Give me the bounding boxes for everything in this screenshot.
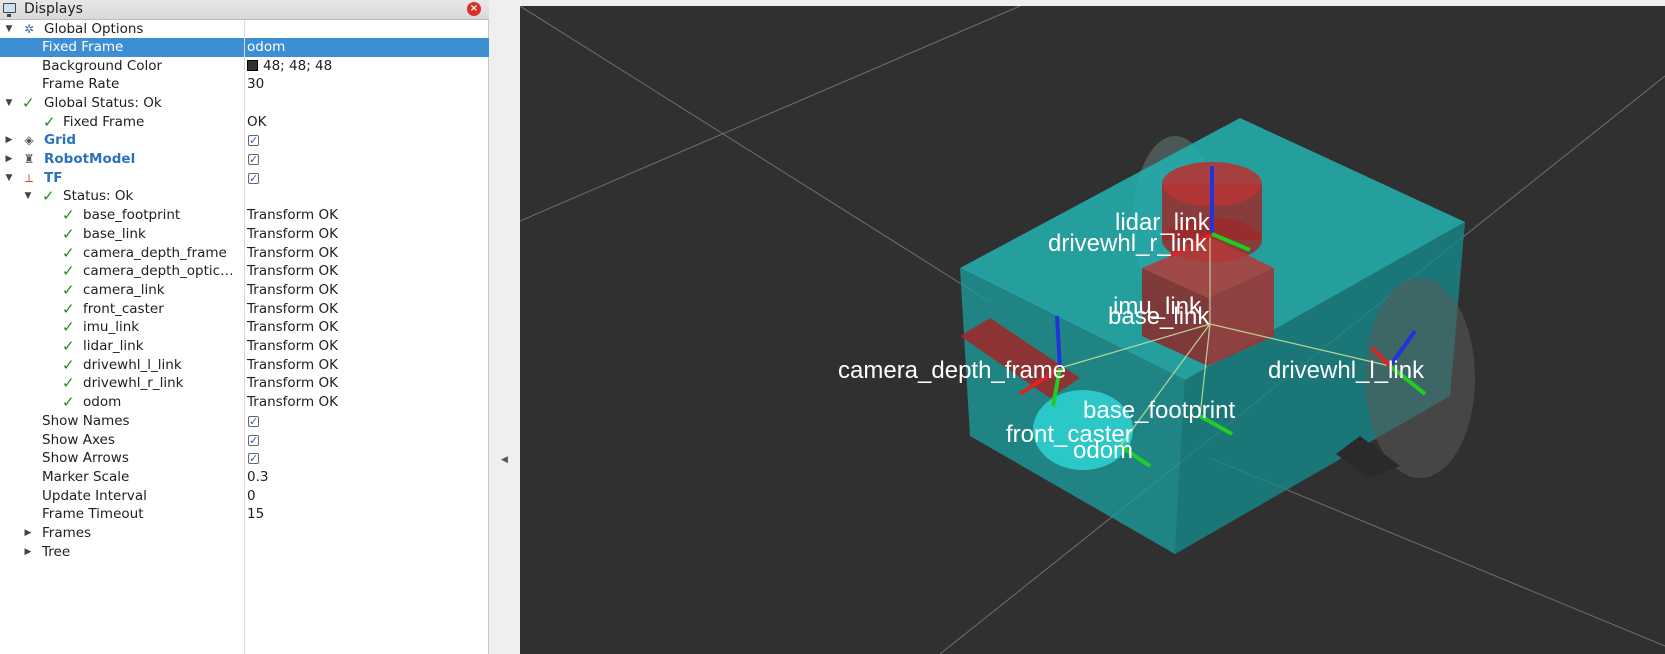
chevron-down-icon[interactable]: ▼ — [23, 187, 33, 206]
status-value: OK — [247, 114, 267, 130]
panel-title: Displays — [24, 1, 83, 17]
check-icon: ✓ — [62, 337, 75, 355]
row-name: camera_depth_optic… — [83, 263, 234, 279]
gear-icon: ✲ — [23, 22, 35, 36]
row-name: Marker Scale — [42, 469, 130, 485]
row-name: imu_link — [83, 319, 140, 335]
label-camera-depth-frame: camera_depth_frame — [838, 357, 1066, 384]
status-value: Transform OK — [247, 226, 338, 242]
label-base-footprint: base_footprint — [1083, 397, 1235, 424]
check-icon: ✓ — [42, 187, 55, 205]
check-icon: ✓ — [62, 281, 75, 299]
tf-enabled-checkbox[interactable] — [248, 169, 259, 188]
frame-timeout-value[interactable]: 15 — [247, 505, 264, 524]
row-name: TF — [44, 170, 63, 186]
row-name: Frame Timeout — [42, 506, 144, 522]
row-name: Show Names — [42, 413, 130, 429]
label-odom: odom — [1073, 437, 1133, 464]
check-icon: ✓ — [62, 300, 75, 318]
row-name: odom — [83, 394, 122, 410]
check-icon: ✓ — [62, 206, 75, 224]
row-name: drivewhl_l_link — [83, 357, 182, 373]
show-arrows-checkbox[interactable] — [248, 449, 259, 468]
fixed-frame-value[interactable]: odom — [247, 38, 285, 57]
chevron-down-icon[interactable]: ▼ — [4, 20, 14, 39]
row-name: Update Interval — [42, 488, 147, 504]
robot-icon: ♜ — [23, 152, 35, 166]
grid-icon: ◈ — [24, 133, 34, 147]
label-base-link: base_link — [1108, 303, 1210, 330]
column-divider[interactable] — [244, 20, 245, 654]
check-icon: ✓ — [62, 356, 75, 374]
grid-line — [520, 6, 1021, 222]
row-name: Show Arrows — [42, 450, 129, 466]
row-name: drivewhl_r_link — [83, 375, 184, 391]
status-value: Transform OK — [247, 301, 338, 317]
chevron-down-icon[interactable]: ▼ — [4, 94, 14, 113]
chevron-down-icon[interactable]: ▼ — [4, 169, 14, 188]
status-value: Transform OK — [247, 338, 338, 354]
check-icon: ✓ — [62, 374, 75, 392]
frame-rate-value[interactable]: 30 — [247, 75, 264, 94]
row-name: Background Color — [42, 58, 163, 74]
axes-icon: ⟂ — [24, 171, 33, 185]
row-name: base_footprint — [83, 207, 181, 223]
status-value: Transform OK — [247, 245, 338, 261]
chevron-right-icon[interactable]: ▶ — [4, 131, 14, 150]
marker-scale-value[interactable]: 0.3 — [247, 468, 268, 487]
chevron-right-icon[interactable]: ▶ — [23, 543, 33, 562]
check-icon: ✓ — [62, 225, 75, 243]
close-icon[interactable]: × — [467, 2, 481, 16]
check-icon: ✓ — [62, 393, 75, 411]
row-name: Global Options — [44, 21, 144, 37]
chevron-right-icon[interactable]: ▶ — [23, 524, 33, 543]
check-icon: ✓ — [22, 94, 35, 112]
check-icon: ✓ — [62, 318, 75, 336]
robotmodel-enabled-checkbox[interactable] — [248, 150, 259, 169]
show-names-checkbox[interactable] — [248, 412, 259, 431]
status-value: Transform OK — [247, 207, 338, 223]
collapse-arrow-icon[interactable]: ◀ — [501, 455, 508, 465]
status-value: Transform OK — [247, 319, 338, 335]
grid-line — [520, 6, 991, 303]
row-name: front_caster — [83, 301, 164, 317]
row-name: camera_link — [83, 282, 165, 298]
status-value: Transform OK — [247, 375, 338, 391]
row-name: Tree — [42, 544, 71, 560]
check-icon: ✓ — [43, 113, 56, 131]
row-name: Fixed Frame — [63, 114, 145, 130]
row-name: Frames — [42, 525, 92, 541]
displays-panel: Displays × ▼ ✲ Global Options Fixed Fram… — [0, 0, 489, 654]
row-name: Status: Ok — [63, 188, 134, 204]
row-name: RobotModel — [44, 151, 136, 167]
row-name: Global Status: Ok — [44, 95, 162, 111]
show-axes-checkbox[interactable] — [248, 431, 259, 450]
row-name: Show Axes — [42, 432, 115, 448]
status-value: Transform OK — [247, 394, 338, 410]
update-interval-value[interactable]: 0 — [247, 487, 256, 506]
displays-titlebar: Displays × — [0, 0, 489, 20]
grid-enabled-checkbox[interactable] — [248, 131, 259, 150]
color-swatch[interactable] — [247, 60, 258, 71]
row-name: Fixed Frame — [42, 39, 124, 55]
background-color-value[interactable]: 48; 48; 48 — [247, 57, 332, 76]
label-drivewhl-r-link: drivewhl_r_link — [1048, 230, 1208, 257]
row-name: camera_depth_frame — [83, 245, 227, 261]
render-view[interactable]: lidar_link drivewhl_r_link imu_link base… — [520, 6, 1665, 654]
row-name: Frame Rate — [42, 76, 120, 92]
status-value: Transform OK — [247, 282, 338, 298]
status-value: Transform OK — [247, 357, 338, 373]
check-icon: ✓ — [62, 244, 75, 262]
row-name: Grid — [44, 132, 77, 148]
panel-splitter[interactable]: ◀ — [489, 0, 520, 654]
scene-svg: lidar_link drivewhl_r_link imu_link base… — [520, 6, 1665, 654]
monitor-icon — [3, 3, 16, 17]
chevron-right-icon[interactable]: ▶ — [4, 150, 14, 169]
label-drivewhl-l-link: drivewhl_l_link — [1268, 357, 1425, 384]
status-value: Transform OK — [247, 263, 338, 279]
check-icon: ✓ — [62, 262, 75, 280]
color-text: 48; 48; 48 — [263, 58, 333, 74]
row-name: base_link — [83, 226, 146, 242]
row-name: lidar_link — [83, 338, 144, 354]
